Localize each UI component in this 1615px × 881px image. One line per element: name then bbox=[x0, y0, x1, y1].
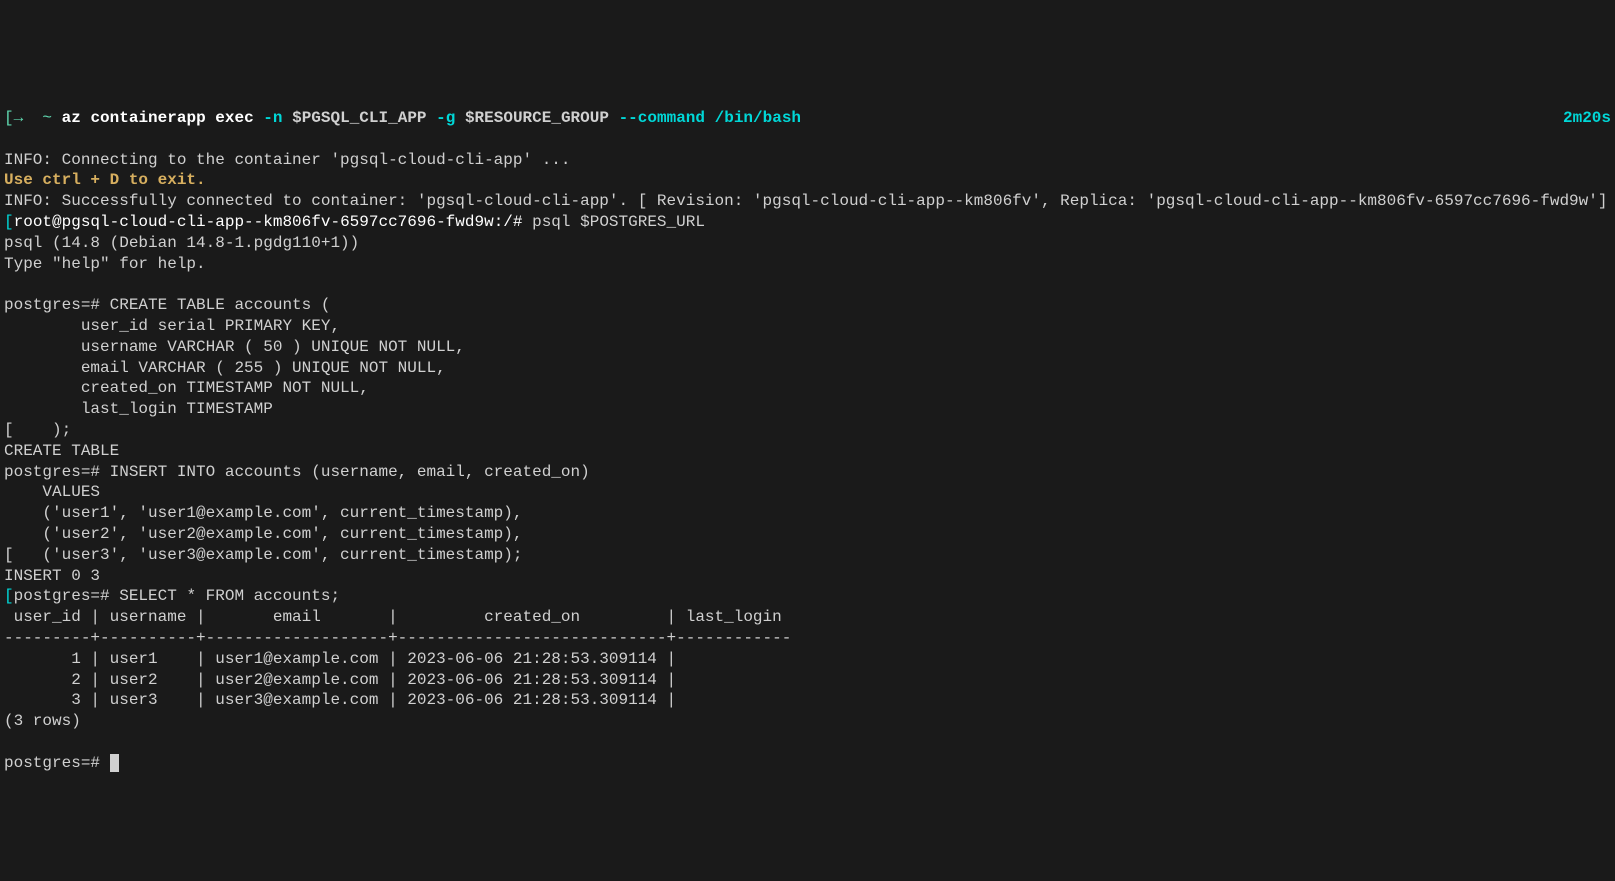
table-row: 2 | user2 | user2@example.com | 2023-06-… bbox=[4, 671, 686, 689]
create-table-l4: email VARCHAR ( 255 ) UNIQUE NOT NULL, bbox=[4, 359, 446, 377]
row-count: (3 rows) bbox=[4, 712, 81, 730]
create-table-l5: created_on TIMESTAMP NOT NULL, bbox=[4, 379, 369, 397]
create-table-l3: username VARCHAR ( 50 ) UNIQUE NOT NULL, bbox=[4, 338, 465, 356]
insert-l1: INSERT INTO accounts (username, email, c… bbox=[100, 463, 590, 481]
command-text: az containerapp exec bbox=[62, 109, 254, 127]
create-table-l6: last_login TIMESTAMP bbox=[4, 400, 273, 418]
flag-command: --command bbox=[619, 109, 705, 127]
table-separator: ---------+----------+-------------------… bbox=[4, 629, 791, 647]
flag-g: -g bbox=[436, 109, 455, 127]
arrow-icon: → bbox=[14, 109, 24, 127]
create-table-l1: CREATE TABLE accounts ( bbox=[100, 296, 330, 314]
exit-hint: Use ctrl + D to exit. bbox=[4, 171, 206, 189]
flag-n: -n bbox=[263, 109, 282, 127]
var-rg: $RESOURCE_GROUP bbox=[465, 109, 609, 127]
cwd-tilde: ~ bbox=[42, 109, 52, 127]
bracket-icon: [ bbox=[4, 587, 14, 605]
create-table-l7: [ ); bbox=[4, 421, 71, 439]
info-connected: INFO: Successfully connected to containe… bbox=[4, 192, 1607, 210]
create-table-result: CREATE TABLE bbox=[4, 442, 119, 460]
elapsed-time: 2m20s bbox=[1563, 108, 1611, 129]
insert-l5: [ ('user3', 'user3@example.com', current… bbox=[4, 546, 522, 564]
info-connecting: INFO: Connecting to the container 'pgsql… bbox=[4, 151, 571, 169]
pg-prompt: postgres=# bbox=[4, 463, 100, 481]
pg-prompt: postgres=# bbox=[4, 296, 100, 314]
terminal-window[interactable]: [→ ~ az containerapp exec -n $PGSQL_CLI_… bbox=[0, 83, 1615, 777]
table-header: user_id | username | email | created_on … bbox=[4, 608, 791, 626]
shell-prompt: root@pgsql-cloud-cli-app--km806fv-6597cc… bbox=[14, 213, 523, 231]
psql-version: psql (14.8 (Debian 14.8-1.pgdg110+1)) bbox=[4, 234, 359, 252]
psql-help: Type "help" for help. bbox=[4, 255, 206, 273]
insert-result: INSERT 0 3 bbox=[4, 567, 100, 585]
insert-l2: VALUES bbox=[4, 483, 100, 501]
command-header: [→ ~ az containerapp exec -n $PGSQL_CLI_… bbox=[4, 108, 1611, 129]
pg-prompt: postgres=# bbox=[14, 587, 110, 605]
cursor-icon bbox=[110, 754, 119, 772]
create-table-l2: user_id serial PRIMARY KEY, bbox=[4, 317, 340, 335]
command-path: /bin/bash bbox=[715, 109, 801, 127]
table-row: 3 | user3 | user3@example.com | 2023-06-… bbox=[4, 691, 686, 709]
bracket-icon: [ bbox=[4, 213, 14, 231]
shell-command: psql $POSTGRES_URL bbox=[523, 213, 705, 231]
var-app: $PGSQL_CLI_APP bbox=[292, 109, 426, 127]
insert-l4: ('user2', 'user2@example.com', current_t… bbox=[4, 525, 522, 543]
table-row: 1 | user1 | user1@example.com | 2023-06-… bbox=[4, 650, 686, 668]
bracket-icon: [ bbox=[4, 109, 14, 127]
select-cmd: SELECT * FROM accounts; bbox=[110, 587, 340, 605]
pg-prompt-final[interactable]: postgres=# bbox=[4, 754, 110, 772]
insert-l3: ('user1', 'user1@example.com', current_t… bbox=[4, 504, 522, 522]
